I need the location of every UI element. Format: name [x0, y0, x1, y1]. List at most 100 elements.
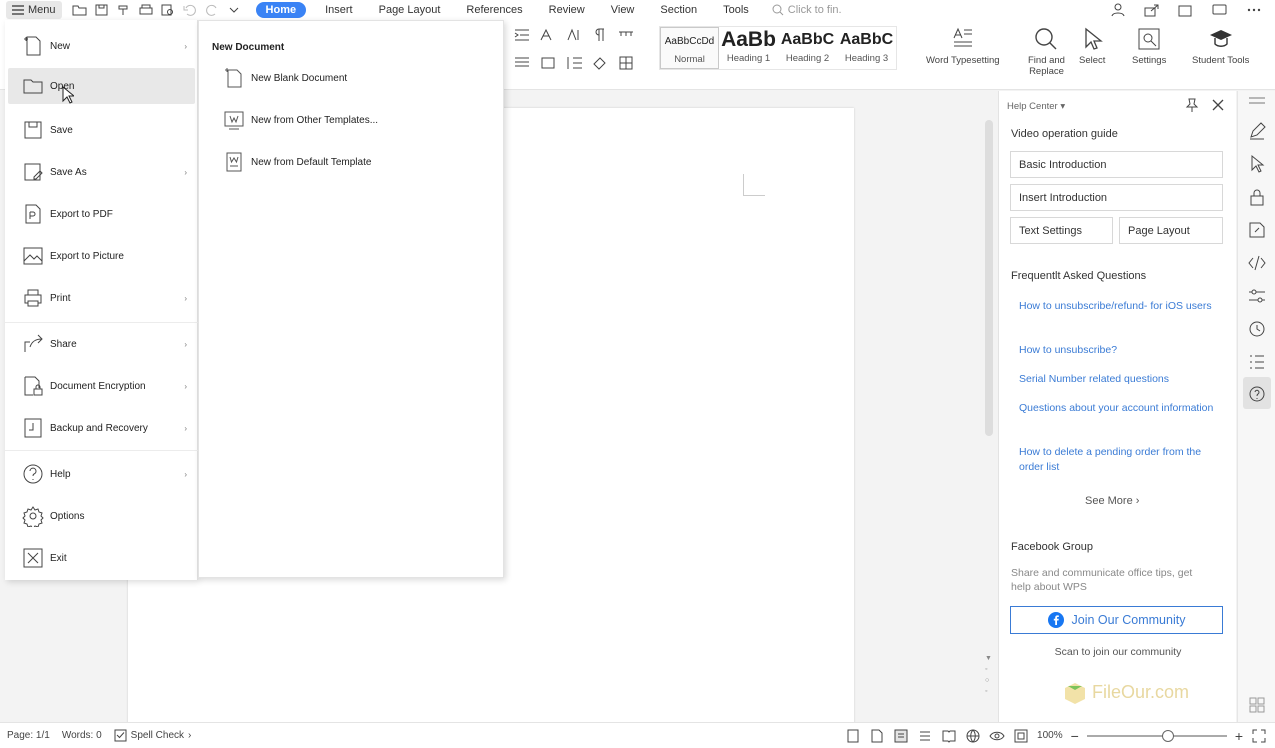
style-normal[interactable]: AaBbCcDd Normal [660, 27, 719, 69]
menu-item-document-encryption[interactable]: Document Encryption › [8, 368, 195, 404]
format-painter-icon[interactable] [114, 2, 134, 18]
style-heading-2[interactable]: AaBbC Heading 2 [778, 27, 837, 69]
borders-icon[interactable] [616, 54, 636, 72]
undo-icon[interactable] [180, 2, 200, 18]
history-icon[interactable] [1247, 319, 1267, 339]
outline-view-icon[interactable] [917, 728, 933, 744]
scroll-down-icon[interactable]: ▼ [985, 655, 992, 662]
sort-icon[interactable] [564, 26, 584, 44]
style-heading-1[interactable]: AaBb Heading 1 [719, 27, 778, 69]
basic-introduction-button[interactable]: Basic Introduction [1010, 151, 1223, 178]
save-icon[interactable] [92, 2, 112, 18]
page-counter[interactable]: Page: 1/1 [7, 730, 50, 741]
text-settings-button[interactable]: Text Settings [1010, 217, 1113, 244]
menu-button[interactable]: Menu [6, 1, 62, 19]
print-layout-icon[interactable] [893, 728, 909, 744]
student-tools-button[interactable]: Student Tools [1192, 26, 1249, 66]
user-icon[interactable] [1107, 2, 1129, 18]
customize-toolbar-icon[interactable] [224, 2, 244, 18]
comment-icon[interactable] [1209, 2, 1231, 18]
pin-icon[interactable] [1184, 97, 1200, 113]
page-layout-button[interactable]: Page Layout [1119, 217, 1223, 244]
fit-page-icon[interactable] [1013, 728, 1029, 744]
help-scrollbar[interactable] [985, 120, 993, 436]
lock-icon[interactable] [1247, 187, 1267, 207]
faq-link[interactable]: How to unsubscribe? [1019, 343, 1219, 358]
tab-tools[interactable]: Tools [710, 2, 762, 18]
shading-icon[interactable] [590, 54, 610, 72]
zoom-slider[interactable] [1086, 729, 1227, 742]
menu-item-backup-recovery[interactable]: Backup and Recovery › [8, 410, 195, 446]
pen-icon[interactable] [1247, 121, 1267, 141]
menu-item-options[interactable]: Options [8, 498, 195, 534]
zoom-level[interactable]: 100% [1037, 730, 1063, 741]
new-from-other-templates[interactable]: New from Other Templates... [223, 109, 378, 131]
zoom-in-icon[interactable]: + [1235, 728, 1243, 744]
tab-view[interactable]: View [598, 2, 648, 18]
faq-link[interactable]: How to delete a pending order from the o… [1019, 445, 1219, 474]
join-community-button[interactable]: Join Our Community [1010, 606, 1223, 634]
align-justify-icon[interactable] [512, 54, 532, 72]
see-more-link[interactable]: See More › [1085, 495, 1139, 507]
menu-item-help[interactable]: Help › [8, 456, 195, 492]
sliders-icon[interactable] [1247, 286, 1267, 306]
cursor-arrow-icon[interactable] [1247, 154, 1267, 174]
menu-item-save-as[interactable]: Save As › [8, 154, 195, 190]
tab-home[interactable]: Home [255, 2, 307, 18]
help-center-title[interactable]: Help Center ▾ [1007, 101, 1065, 112]
faq-link[interactable]: Questions about your account information [1019, 401, 1219, 416]
settings-button[interactable]: Settings [1132, 26, 1166, 66]
menu-item-export-picture[interactable]: Export to Picture [8, 238, 195, 274]
folder-open-icon[interactable] [70, 2, 90, 18]
menu-item-exit[interactable]: Exit [8, 540, 195, 576]
menu-item-new[interactable]: New › [8, 28, 195, 64]
word-typesetting-button[interactable]: Word Typesetting [926, 26, 1000, 66]
menu-item-open[interactable]: Open [8, 68, 195, 104]
translate-icon[interactable] [1247, 220, 1267, 240]
help-icon[interactable] [1247, 384, 1267, 404]
focus-mode-icon[interactable] [869, 728, 885, 744]
reading-mode-icon[interactable] [941, 728, 957, 744]
insert-introduction-button[interactable]: Insert Introduction [1010, 184, 1223, 211]
select-button[interactable]: Select [1079, 26, 1105, 66]
tab-review[interactable]: Review [536, 2, 598, 18]
select-browse-icon[interactable]: ○ [985, 677, 992, 684]
spell-check-toggle[interactable]: Spell Check › [114, 729, 191, 742]
faq-link[interactable]: Serial Number related questions [1019, 372, 1219, 387]
redo-icon[interactable] [202, 2, 222, 18]
word-counter[interactable]: Words: 0 [62, 730, 102, 741]
code-icon[interactable] [1247, 253, 1267, 273]
collapse-icon[interactable] [1247, 95, 1267, 107]
print-icon[interactable] [136, 2, 156, 18]
zoom-slider-handle[interactable] [1162, 729, 1174, 742]
page-mode-icon[interactable] [845, 728, 861, 744]
more-icon[interactable] [1243, 2, 1265, 18]
style-heading-3[interactable]: AaBbC Heading 3 [837, 27, 896, 69]
close-icon[interactable] [1210, 97, 1226, 113]
new-from-default-template[interactable]: New from Default Template [223, 151, 371, 173]
web-layout-icon[interactable] [965, 728, 981, 744]
indent-icon[interactable] [512, 26, 532, 44]
tab-insert[interactable]: Insert [312, 2, 366, 18]
share-icon[interactable] [1141, 2, 1163, 18]
menu-item-share[interactable]: Share › [8, 326, 195, 362]
menu-item-export-pdf[interactable]: Export to PDF [8, 196, 195, 232]
menu-item-print[interactable]: Print › [8, 280, 195, 316]
paragraph-mark-icon[interactable] [590, 26, 610, 44]
tab-section[interactable]: Section [647, 2, 710, 18]
fullscreen-icon[interactable] [1251, 728, 1267, 744]
faq-link[interactable]: How to unsubscribe/refund- for iOS users [1019, 299, 1219, 314]
command-search[interactable]: Click to fin. [772, 4, 842, 16]
prev-page-icon[interactable]: ◦ [985, 666, 992, 673]
tab-page-layout[interactable]: Page Layout [366, 2, 454, 18]
line-spacing-icon[interactable] [564, 54, 584, 72]
cloud-sync-icon[interactable] [1175, 2, 1197, 18]
print-preview-icon[interactable] [158, 2, 178, 18]
zoom-out-icon[interactable]: − [1071, 728, 1079, 744]
tab-stops-icon[interactable] [616, 26, 636, 44]
tab-references[interactable]: References [453, 2, 535, 18]
outline-icon[interactable] [1247, 352, 1267, 372]
text-direction-icon[interactable] [538, 26, 558, 44]
new-blank-document[interactable]: New Blank Document [223, 67, 347, 89]
find-replace-button[interactable]: Find and Replace [1028, 26, 1065, 77]
